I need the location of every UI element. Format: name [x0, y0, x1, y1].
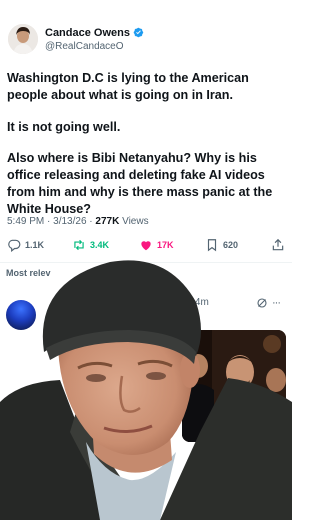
share-icon: [272, 238, 284, 251]
tweet-date[interactable]: 3/13/26: [53, 216, 86, 227]
bookmark-button[interactable]: 620: [205, 238, 238, 252]
bookmark-icon: [207, 239, 217, 252]
tweet-meta: 5:49 PM · 3/13/26 · 277K Views: [7, 216, 149, 227]
reply-icon: [8, 239, 21, 252]
reply-count: 1.1K: [25, 240, 45, 250]
repost-button[interactable]: 3.4K: [72, 238, 109, 252]
tweet-time[interactable]: 5:49 PM: [7, 216, 44, 227]
repost-count: 3.4K: [90, 240, 110, 250]
author-name[interactable]: Candace Owens: [45, 27, 130, 39]
meta-separator: ·: [44, 216, 54, 227]
tweet-text-paragraph: Washington D.C is lying to the American …: [7, 71, 249, 102]
tweet-author[interactable]: Candace Owens @RealCandaceO: [8, 22, 144, 56]
tweet-text-paragraph: Also where is Bibi Netanyahu? Why is his…: [7, 151, 273, 216]
like-button[interactable]: 17K: [139, 238, 174, 252]
tweet-text-paragraph: It is not going well.: [7, 120, 121, 134]
share-button[interactable]: [271, 238, 285, 252]
views-count: 277K: [95, 216, 120, 227]
verified-badge-icon: [133, 27, 144, 38]
repost-icon: [74, 239, 84, 251]
webcam-overlay: [0, 252, 292, 520]
reply-button[interactable]: 1.1K: [7, 238, 44, 252]
views-label: Views: [119, 216, 149, 227]
author-handle[interactable]: @RealCandaceO: [45, 41, 144, 52]
like-count: 17K: [157, 240, 174, 250]
heart-icon: [141, 241, 151, 251]
bookmark-count: 620: [223, 240, 239, 250]
author-avatar[interactable]: [8, 24, 38, 54]
